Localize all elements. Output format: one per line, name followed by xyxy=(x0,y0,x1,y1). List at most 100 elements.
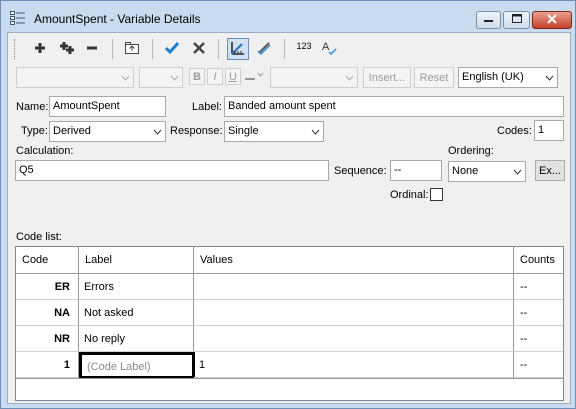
chevron-down-icon xyxy=(341,68,357,87)
column-header-values[interactable]: Values xyxy=(194,247,514,274)
minimize-button[interactable] xyxy=(476,11,501,29)
font-name-dropdown[interactable] xyxy=(16,67,134,88)
calculation-field[interactable]: Q5 xyxy=(15,160,329,181)
table-row-values[interactable]: 1 xyxy=(194,352,514,378)
toolbar-separator xyxy=(152,39,153,59)
codes-field[interactable]: 1 xyxy=(534,120,564,141)
column-header-code[interactable]: Code xyxy=(16,247,79,274)
check-icon xyxy=(164,41,180,58)
type-value: Derived xyxy=(53,125,91,137)
label-label: Label: xyxy=(192,101,222,113)
table-row-counts: -- xyxy=(514,326,563,352)
cancel-icon xyxy=(193,41,205,57)
insert-button[interactable]: Insert... xyxy=(363,67,411,88)
chevron-down-icon xyxy=(149,122,165,141)
calculation-label: Calculation: xyxy=(16,145,74,157)
column-header-label[interactable]: Label xyxy=(79,247,194,274)
table-row-code[interactable]: ER xyxy=(16,274,79,300)
move-up-level-button[interactable] xyxy=(121,38,143,60)
response-label: Response: xyxy=(170,125,223,137)
ordinal-checkbox[interactable] xyxy=(430,188,443,201)
close-icon xyxy=(547,13,557,27)
ruler-button[interactable] xyxy=(227,38,249,60)
ordering-ex-button[interactable]: Ex... xyxy=(535,160,565,181)
variable-details-window: AmountSpent - Variable Details 123 A B I… xyxy=(0,0,576,409)
chevron-down-icon xyxy=(541,68,557,87)
add-icon xyxy=(34,42,46,57)
response-dropdown[interactable]: Single xyxy=(224,121,324,142)
sequence-label: Sequence: xyxy=(334,165,387,177)
text-color-dropdown[interactable] xyxy=(243,68,265,85)
window-title: AmountSpent - Variable Details xyxy=(34,12,201,26)
table-row-code[interactable]: NA xyxy=(16,300,79,326)
ruler-icon xyxy=(230,40,246,59)
name-field[interactable]: AmountSpent xyxy=(49,96,166,117)
language-dropdown[interactable]: English (UK) xyxy=(458,67,558,88)
sequence-value: -- xyxy=(394,164,402,176)
chevron-down-icon xyxy=(509,162,525,181)
table-row-label[interactable]: Not asked xyxy=(79,300,194,326)
accept-button[interactable] xyxy=(161,38,183,60)
italic-button[interactable]: I xyxy=(207,68,223,85)
grid-bottom-line xyxy=(16,378,563,379)
calculation-value: Q5 xyxy=(19,164,34,176)
table-row-code[interactable]: NR xyxy=(16,326,79,352)
table-row-values[interactable] xyxy=(194,326,514,352)
add-button[interactable] xyxy=(29,38,51,60)
label-value: Banded amount spent xyxy=(228,100,336,112)
font-size-dropdown[interactable] xyxy=(139,67,183,88)
table-row-values[interactable] xyxy=(194,274,514,300)
numbering-icon: 123 xyxy=(296,41,312,51)
table-row-counts: -- xyxy=(514,274,563,300)
reset-button[interactable]: Reset xyxy=(414,67,454,88)
move-up-level-icon xyxy=(124,41,140,58)
close-button[interactable] xyxy=(532,11,572,29)
table-row-label[interactable]: Errors xyxy=(79,274,194,300)
pen-check-icon xyxy=(256,40,272,59)
toolbar-separator xyxy=(218,39,219,59)
chevron-down-icon xyxy=(117,68,133,87)
label-field[interactable]: Banded amount spent xyxy=(224,96,564,117)
code-list-grid[interactable]: Code Label Values Counts ER Errors -- NA… xyxy=(15,246,564,401)
language-value: English (UK) xyxy=(462,71,524,83)
bold-button[interactable]: B xyxy=(189,68,205,85)
table-row-counts: -- xyxy=(514,352,563,378)
format-bar: B I U Insert... Reset English (UK) xyxy=(8,64,570,92)
name-value: AmountSpent xyxy=(53,100,120,112)
table-row-values[interactable] xyxy=(194,300,514,326)
numbering-button[interactable]: 123 xyxy=(293,38,315,60)
name-label: Name: xyxy=(16,101,49,113)
remove-button[interactable] xyxy=(81,38,103,60)
style-dropdown[interactable] xyxy=(270,67,358,88)
remove-icon xyxy=(86,42,98,57)
toolbar-grip[interactable] xyxy=(14,39,17,59)
table-row-code[interactable]: 1 xyxy=(16,352,79,378)
maximize-icon xyxy=(511,14,522,26)
spell-check-icon: A xyxy=(321,40,337,59)
add-multiple-button[interactable] xyxy=(56,38,78,60)
code-list-label: Code list: xyxy=(16,231,62,243)
toolbar-separator xyxy=(284,39,285,59)
chevron-down-icon xyxy=(307,122,323,141)
underline-button[interactable]: U xyxy=(225,68,241,85)
chevron-down-icon xyxy=(166,68,182,87)
title-bar[interactable]: AmountSpent - Variable Details xyxy=(1,1,575,32)
spell-check-button[interactable]: A xyxy=(318,38,340,60)
sequence-field[interactable]: -- xyxy=(390,160,442,181)
table-row-label[interactable]: No reply xyxy=(79,326,194,352)
column-header-counts[interactable]: Counts xyxy=(514,247,563,274)
maximize-button[interactable] xyxy=(503,11,530,29)
pen-check-button[interactable] xyxy=(253,38,275,60)
dialog-client-area: 123 A B I U Insert... Reset English (UK)… xyxy=(7,32,571,404)
response-value: Single xyxy=(228,125,259,137)
toolbar: 123 A xyxy=(8,33,570,64)
ordering-dropdown[interactable]: None xyxy=(448,161,526,182)
ordering-value: None xyxy=(452,165,479,177)
type-dropdown[interactable]: Derived xyxy=(49,121,166,142)
cancel-button[interactable] xyxy=(188,38,210,60)
toolbar-separator xyxy=(112,39,113,59)
ordering-label: Ordering: xyxy=(448,145,494,157)
svg-text:A: A xyxy=(322,41,330,53)
code-label-edit-cell[interactable]: (Code Label) xyxy=(79,352,195,379)
table-row-counts: -- xyxy=(514,300,563,326)
